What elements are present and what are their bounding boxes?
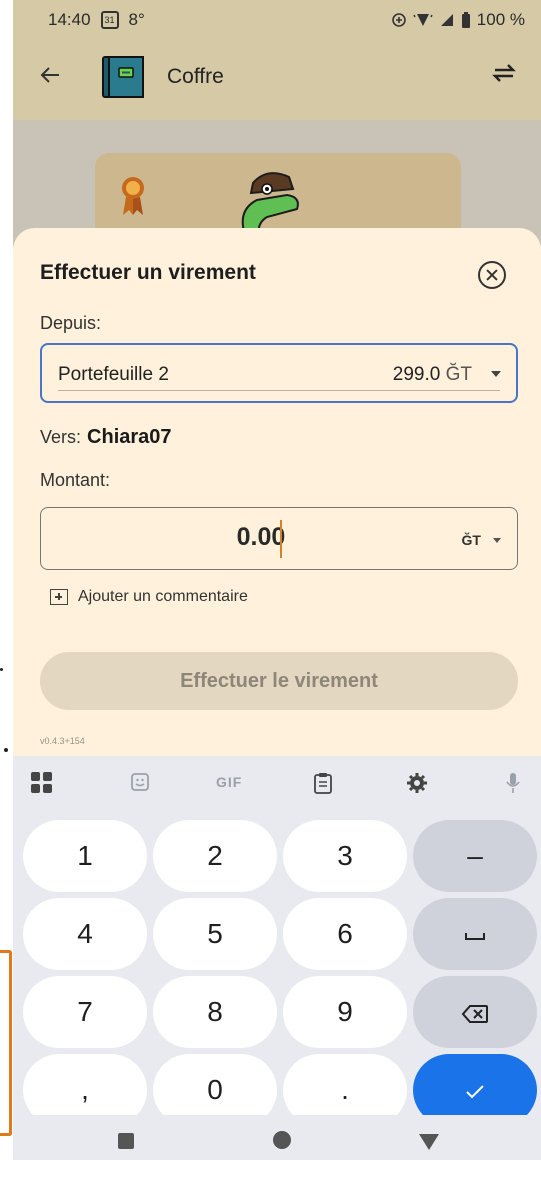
add-comment-icon (50, 589, 68, 605)
settings-icon[interactable] (406, 772, 428, 794)
backspace-icon (461, 1004, 488, 1023)
key-8[interactable]: 8 (153, 976, 277, 1048)
signal-icon (440, 14, 453, 26)
from-wallet-balance: 299.0 ĞT (392, 364, 472, 385)
gif-button[interactable]: GIF (216, 774, 242, 790)
status-bar: 14:40 31 8° 100 % (13, 0, 541, 40)
to-line: Vers: Chiara07 (40, 426, 172, 449)
text-cursor (280, 520, 282, 558)
key-5[interactable]: 5 (153, 898, 277, 970)
key-3[interactable]: 3 (283, 820, 407, 892)
back-nav-icon[interactable] (419, 1134, 439, 1150)
safe-icon (102, 56, 144, 98)
battery-percent: 100 % (476, 10, 525, 29)
screen: 14:40 31 8° 100 % Coffre Effectuer un vi… (0, 0, 541, 1191)
recents-icon[interactable] (118, 1133, 134, 1149)
space-icon (465, 932, 485, 940)
close-icon[interactable] (478, 261, 506, 289)
phone-screen: 14:40 31 8° 100 % Coffre Effectuer un vi… (13, 0, 541, 1160)
medal-icon (122, 177, 144, 215)
amount-value: 0.00 (236, 523, 286, 551)
add-comment-label: Ajouter un commentaire (78, 588, 248, 605)
data-saver-icon (391, 13, 406, 27)
home-icon[interactable] (273, 1131, 291, 1149)
key-9[interactable]: 9 (283, 976, 407, 1048)
page-title: Coffre (167, 65, 224, 88)
submit-transfer-button[interactable]: Effectuer le virement (40, 652, 518, 710)
bottom-margin (0, 1160, 541, 1191)
status-temperature: 8° (128, 10, 145, 29)
app-bar: Coffre (13, 40, 541, 120)
chevron-down-icon (491, 371, 501, 377)
transfer-sheet: Effectuer un virement Depuis: Portefeuil… (13, 228, 541, 768)
swap-horizontal-icon[interactable] (491, 62, 517, 84)
key-1[interactable]: 1 (23, 820, 147, 892)
to-label: Vers: (40, 427, 82, 447)
keyboard: GIF 1 2 3 – 4 5 6 7 8 9 , 0 . (13, 756, 541, 1160)
clipboard-icon[interactable] (313, 772, 333, 794)
from-label: Depuis: (40, 313, 102, 333)
divider (58, 390, 500, 391)
keyboard-toolbar: GIF (13, 756, 541, 810)
add-comment-button[interactable]: Ajouter un commentaire (50, 588, 248, 606)
key-7[interactable]: 7 (23, 976, 147, 1048)
wifi-icon (413, 14, 433, 26)
key-6[interactable]: 6 (283, 898, 407, 970)
arrow-left-icon[interactable] (39, 64, 61, 86)
key-2[interactable]: 2 (153, 820, 277, 892)
amount-unit-select[interactable]: ĞT (462, 532, 481, 548)
system-navigation-bar (13, 1115, 541, 1160)
battery-icon (461, 11, 470, 28)
edge-dot (0, 668, 3, 671)
amount-input[interactable]: 0.00 ĞT (40, 507, 518, 570)
from-wallet-select[interactable]: Portefeuille 2 299.0 ĞT (40, 343, 518, 403)
status-time: 14:40 (48, 10, 91, 29)
apps-grid-icon[interactable] (31, 772, 53, 794)
check-icon (466, 1084, 484, 1099)
from-wallet-name: Portefeuille 2 (58, 364, 169, 385)
amount-label: Montant: (40, 470, 111, 490)
sticker-icon[interactable] (130, 772, 150, 792)
key-minus[interactable]: – (413, 820, 537, 892)
recipient-name: Chiara07 (87, 426, 172, 448)
mic-icon[interactable] (505, 772, 521, 794)
key-4[interactable]: 4 (23, 898, 147, 970)
highlight-outline (0, 950, 12, 1136)
edge-dot (4, 748, 8, 752)
chevron-down-icon[interactable] (493, 538, 501, 543)
key-space[interactable] (413, 898, 537, 970)
calendar-icon: 31 (100, 11, 119, 29)
key-backspace[interactable] (413, 976, 537, 1048)
mascot-icon (241, 172, 299, 235)
app-version: v0.4.3+154 (40, 736, 85, 746)
sheet-title: Effectuer un virement (40, 261, 256, 284)
